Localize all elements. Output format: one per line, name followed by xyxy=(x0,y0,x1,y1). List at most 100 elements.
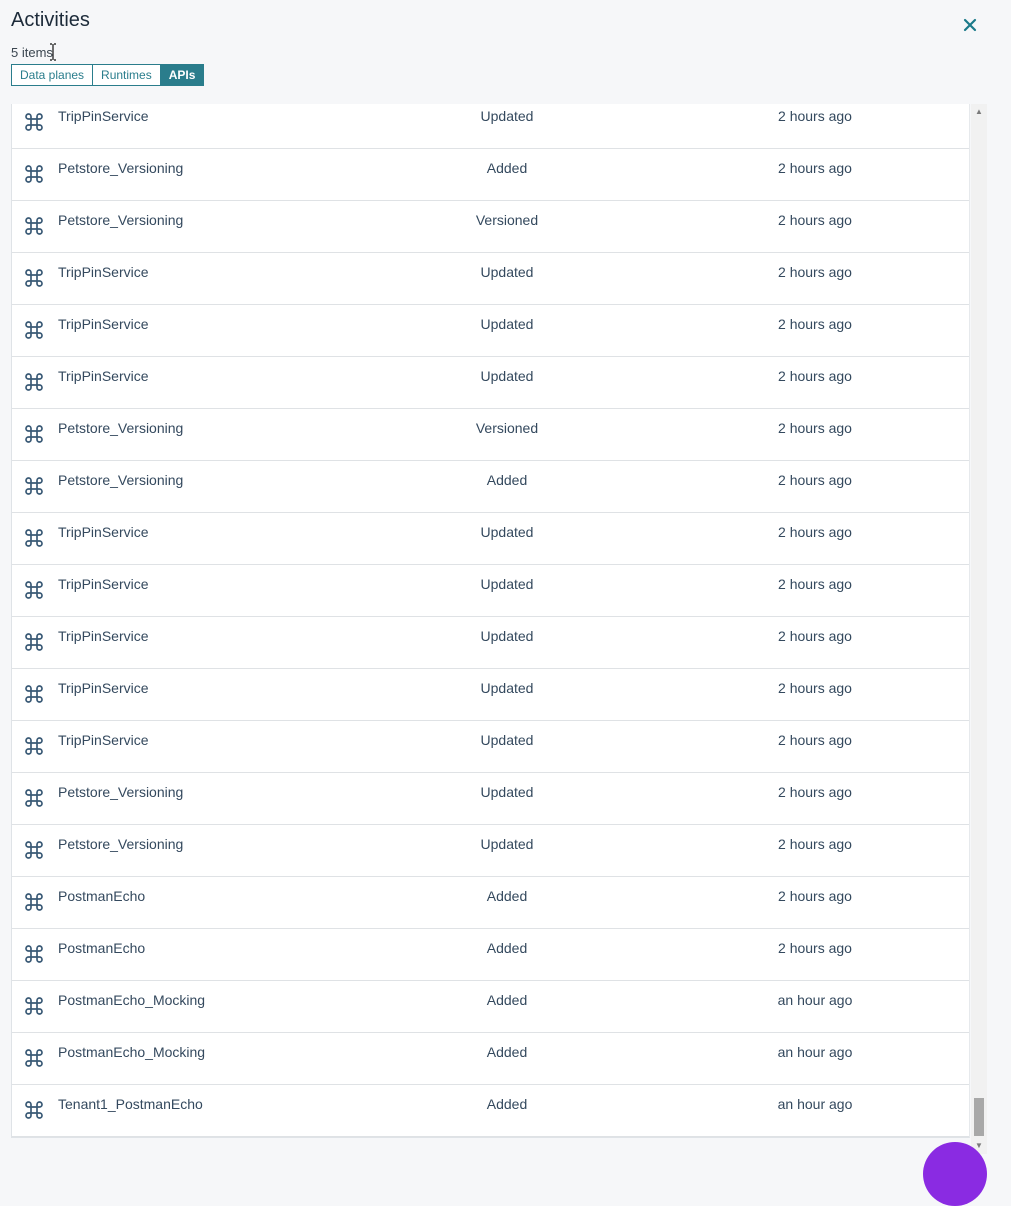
activity-time: 2 hours ago xyxy=(778,472,852,488)
activity-time: 2 hours ago xyxy=(778,212,852,228)
table-row[interactable]: Petstore_Versioning Versioned 2 hours ago xyxy=(12,409,969,461)
activity-action: Updated xyxy=(480,524,534,540)
api-command-icon xyxy=(25,477,43,495)
api-command-icon xyxy=(25,737,43,755)
activity-action: Updated xyxy=(480,108,534,124)
api-command-icon xyxy=(25,841,43,859)
api-command-icon xyxy=(25,945,43,963)
table-row[interactable]: PostmanEcho Added 2 hours ago xyxy=(12,877,969,929)
activity-action: Added xyxy=(486,888,528,904)
api-command-icon xyxy=(25,165,43,183)
activity-action: Updated xyxy=(480,264,534,280)
item-count: 5 items xyxy=(11,45,53,60)
activity-action: Updated xyxy=(480,628,534,644)
api-command-icon xyxy=(25,269,43,287)
api-name: Tenant1_PostmanEcho xyxy=(58,1096,203,1112)
api-command-icon xyxy=(25,425,43,443)
api-name: PostmanEcho_Mocking xyxy=(58,992,206,1008)
api-name: PostmanEcho xyxy=(58,940,146,956)
table-row[interactable]: TripPinService Updated 2 hours ago xyxy=(12,104,969,149)
api-name: TripPinService xyxy=(58,316,149,332)
activity-action: Updated xyxy=(480,576,534,592)
table-row[interactable]: Tenant1_PostmanEcho Added an hour ago xyxy=(12,1085,969,1137)
close-icon[interactable] xyxy=(959,14,981,36)
api-name: PostmanEcho_Mocking xyxy=(58,1044,206,1060)
table-row[interactable]: Petstore_Versioning Added 2 hours ago xyxy=(12,149,969,201)
api-command-icon xyxy=(25,997,43,1015)
table-row[interactable]: Petstore_Versioning Updated 2 hours ago xyxy=(12,773,969,825)
activity-action: Added xyxy=(486,940,528,956)
tab-runtimes[interactable]: Runtimes xyxy=(92,64,161,86)
table-row[interactable]: Petstore_Versioning Updated 2 hours ago xyxy=(12,825,969,877)
table-row[interactable]: TripPinService Updated 2 hours ago xyxy=(12,721,969,773)
activity-action: Updated xyxy=(480,316,534,332)
table-row[interactable]: TripPinService Updated 2 hours ago xyxy=(12,357,969,409)
activity-time: 2 hours ago xyxy=(778,940,852,956)
activity-time: 2 hours ago xyxy=(778,628,852,644)
activity-action: Added xyxy=(486,992,528,1008)
tab-apis[interactable]: APIs xyxy=(159,64,205,86)
tab-data-planes[interactable]: Data planes xyxy=(11,64,94,86)
activity-action: Versioned xyxy=(475,212,539,228)
api-name: Petstore_Versioning xyxy=(58,472,184,488)
api-command-icon xyxy=(25,529,43,547)
text-cursor-icon xyxy=(50,43,56,61)
scroll-thumb[interactable] xyxy=(974,1098,984,1136)
scroll-up-icon[interactable]: ▲ xyxy=(971,104,987,120)
api-name: Petstore_Versioning xyxy=(58,420,184,436)
scrollbar[interactable]: ▲ ▼ xyxy=(971,104,987,1154)
api-command-icon xyxy=(25,633,43,651)
table-row[interactable]: PostmanEcho Added 2 hours ago xyxy=(12,929,969,981)
api-name: TripPinService xyxy=(58,628,149,644)
api-name: TripPinService xyxy=(58,108,149,124)
activity-time: 2 hours ago xyxy=(778,316,852,332)
activity-action: Updated xyxy=(480,680,534,696)
table-row[interactable]: TripPinService Updated 2 hours ago xyxy=(12,253,969,305)
activity-action: Updated xyxy=(480,732,534,748)
table-row[interactable]: TripPinService Updated 2 hours ago xyxy=(12,305,969,357)
activities-table: TripPinService Updated 2 hours ago Petstore… xyxy=(11,104,970,1138)
activity-action: Updated xyxy=(480,368,534,384)
activity-time: 2 hours ago xyxy=(778,576,852,592)
api-command-icon xyxy=(25,373,43,391)
activity-action: Updated xyxy=(480,836,534,852)
activity-time: an hour ago xyxy=(777,1044,853,1060)
table-row[interactable]: PostmanEcho_Mocking Added an hour ago xyxy=(12,981,969,1033)
table-row[interactable]: Petstore_Versioning Added 2 hours ago xyxy=(12,461,969,513)
api-command-icon xyxy=(25,1101,43,1119)
activity-time: an hour ago xyxy=(777,1096,853,1112)
api-name: Petstore_Versioning xyxy=(58,836,184,852)
table-row[interactable]: Petstore_Versioning Versioned 2 hours ago xyxy=(12,201,969,253)
activity-time: 2 hours ago xyxy=(778,836,852,852)
activity-time: 2 hours ago xyxy=(778,732,852,748)
activity-action: Versioned xyxy=(475,420,539,436)
activity-filter-tabs: Data planes Runtimes APIs xyxy=(11,64,205,86)
api-name: Petstore_Versioning xyxy=(58,160,184,176)
api-name: TripPinService xyxy=(58,576,149,592)
api-command-icon xyxy=(25,1049,43,1067)
api-command-icon xyxy=(25,321,43,339)
activity-action: Updated xyxy=(480,784,534,800)
api-command-icon xyxy=(25,113,43,131)
table-row[interactable]: TripPinService Updated 2 hours ago xyxy=(12,513,969,565)
page-title: Activities xyxy=(11,9,90,31)
activity-time: 2 hours ago xyxy=(778,108,852,124)
table-row[interactable]: TripPinService Updated 2 hours ago xyxy=(12,617,969,669)
api-name: TripPinService xyxy=(58,732,149,748)
api-command-icon xyxy=(25,893,43,911)
activity-time: 2 hours ago xyxy=(778,264,852,280)
activity-time: 2 hours ago xyxy=(778,420,852,436)
floating-action-button[interactable] xyxy=(923,1142,987,1206)
api-name: TripPinService xyxy=(58,368,149,384)
api-command-icon xyxy=(25,217,43,235)
activity-action: Added xyxy=(486,1044,528,1060)
activity-action: Added xyxy=(486,1096,528,1112)
api-name: TripPinService xyxy=(58,680,149,696)
table-row[interactable]: PostmanEcho_Mocking Added an hour ago xyxy=(12,1033,969,1085)
api-name: Petstore_Versioning xyxy=(58,212,184,228)
table-row[interactable]: TripPinService Updated 2 hours ago xyxy=(12,669,969,721)
api-name: PostmanEcho xyxy=(58,888,146,904)
activity-time: 2 hours ago xyxy=(778,784,852,800)
table-row[interactable]: TripPinService Updated 2 hours ago xyxy=(12,565,969,617)
api-command-icon xyxy=(25,789,43,807)
